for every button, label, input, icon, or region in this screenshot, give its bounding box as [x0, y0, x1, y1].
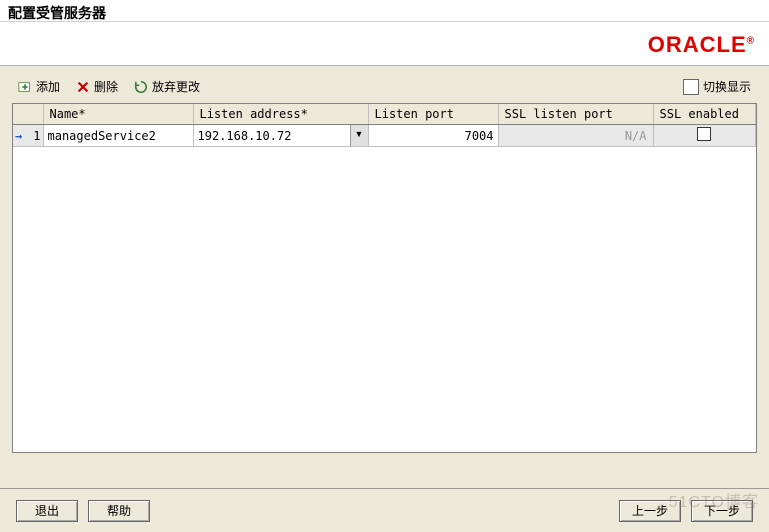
cell-name	[43, 125, 193, 147]
add-icon	[18, 80, 32, 94]
add-button[interactable]: 添加	[18, 78, 60, 95]
listen-port-input[interactable]	[369, 125, 498, 146]
discard-icon	[134, 80, 148, 94]
table-row: → 1 ▼ N/A	[13, 125, 756, 147]
toolbar: 添加 删除 放弃更改 切换显示	[0, 66, 769, 103]
add-label: 添加	[36, 78, 60, 95]
table-header-row: Name* Listen address* Listen port SSL li…	[13, 104, 756, 125]
cell-ssl-enabled	[653, 125, 756, 147]
help-button[interactable]: 帮助	[88, 500, 150, 522]
discard-button[interactable]: 放弃更改	[134, 78, 200, 95]
discard-label: 放弃更改	[152, 78, 200, 95]
switch-view-label: 切换显示	[703, 78, 751, 95]
listen-address-input[interactable]	[194, 125, 350, 146]
delete-button[interactable]: 删除	[76, 78, 118, 95]
row-indicator: → 1	[13, 125, 43, 147]
current-row-arrow-icon: →	[15, 129, 22, 143]
col-listen-port[interactable]: Listen port	[368, 104, 498, 125]
header: ORACLE®	[0, 22, 769, 66]
exit-button[interactable]: 退出	[16, 500, 78, 522]
switch-view-checkbox[interactable]	[683, 79, 699, 95]
col-ssl-enabled[interactable]: SSL enabled	[653, 104, 756, 125]
listen-address-dropdown[interactable]: ▼	[350, 125, 368, 146]
next-button[interactable]: 下一步	[691, 500, 753, 522]
col-ssl-listen-port[interactable]: SSL listen port	[498, 104, 653, 125]
ssl-enabled-checkbox[interactable]	[697, 127, 711, 141]
footer: 退出 帮助 上一步 下一步	[0, 488, 769, 532]
delete-label: 删除	[94, 78, 118, 95]
name-input[interactable]	[44, 125, 193, 146]
cell-ssl-listen-port: N/A	[498, 125, 653, 147]
oracle-logo: ORACLE®	[648, 32, 755, 58]
col-index	[13, 104, 43, 125]
col-name[interactable]: Name*	[43, 104, 193, 125]
col-listen-address[interactable]: Listen address*	[193, 104, 368, 125]
delete-icon	[76, 80, 90, 94]
server-table: Name* Listen address* Listen port SSL li…	[12, 103, 757, 453]
row-number: 1	[33, 129, 40, 143]
window-title: 配置受管服务器	[0, 0, 769, 22]
cell-listen-address: ▼	[193, 125, 368, 147]
previous-button[interactable]: 上一步	[619, 500, 681, 522]
cell-listen-port	[368, 125, 498, 147]
